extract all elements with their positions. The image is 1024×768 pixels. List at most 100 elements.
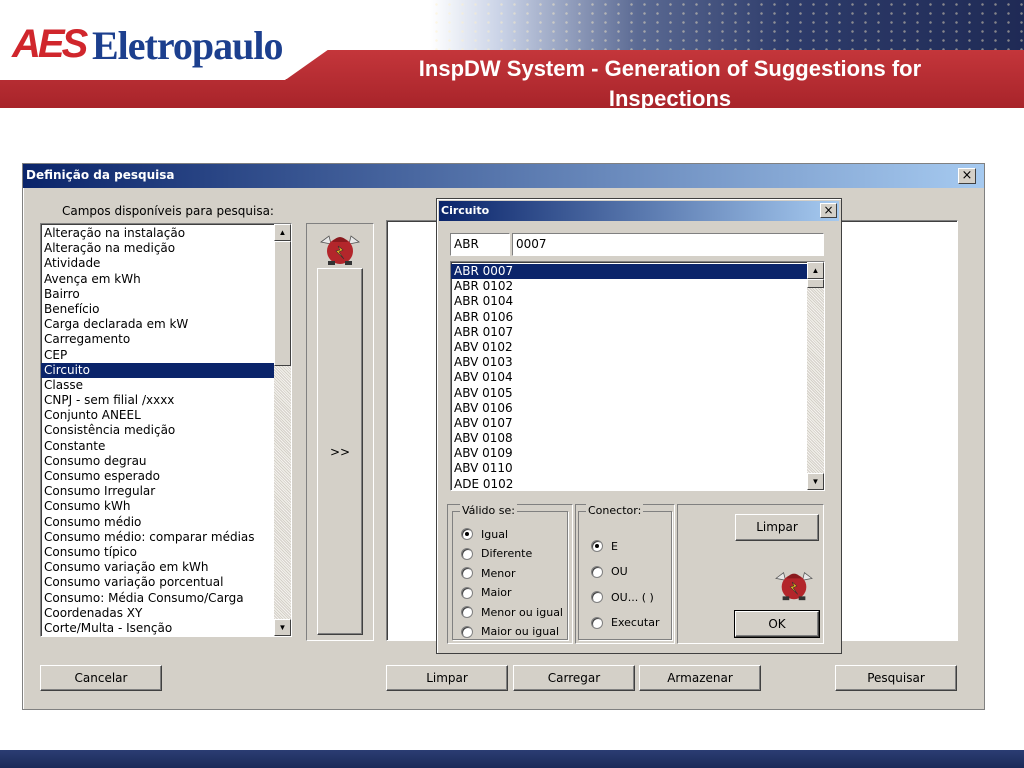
dialog-title: Circuito: [441, 204, 490, 217]
scroll-down-button[interactable]: ▼: [274, 619, 291, 636]
field-list-item[interactable]: CNPJ - sem filial /xxxx: [41, 393, 274, 408]
field-list-item[interactable]: Alteração na instalação: [41, 226, 274, 241]
window-close-button[interactable]: ×: [958, 168, 976, 184]
circuit-value-field[interactable]: 0007: [512, 233, 824, 256]
valid-if-option[interactable]: Maior ou igual: [461, 624, 559, 640]
slide-header: AES Eletropaulo InspDW System - Generati…: [0, 0, 1024, 112]
field-list-item[interactable]: Corte/Multa - Isenção: [41, 621, 274, 636]
field-list-item[interactable]: Consumo: Média Consumo/Carga: [41, 591, 274, 606]
circuit-list-item[interactable]: ABR 0107: [451, 325, 807, 340]
radio-button[interactable]: [461, 606, 473, 618]
arrow-up-icon: ▲: [278, 228, 287, 237]
radio-button[interactable]: [461, 528, 473, 540]
circuit-list-item[interactable]: ABR 0106: [451, 310, 807, 325]
field-list-item[interactable]: Consumo Irregular: [41, 484, 274, 499]
slide-title-line-1: InspDW System - Generation of Suggestion…: [418, 56, 922, 81]
clear-button[interactable]: Limpar: [386, 665, 508, 691]
connector-option[interactable]: OU... ( ): [591, 589, 654, 605]
dialog-close-button[interactable]: ×: [820, 203, 837, 218]
search-button[interactable]: Pesquisar: [835, 665, 957, 691]
circuit-list-item[interactable]: ABV 0105: [451, 386, 807, 401]
field-list-item[interactable]: Consumo esperado: [41, 469, 274, 484]
mascot-icon: [320, 235, 360, 265]
circuit-list-item[interactable]: ABV 0109: [451, 446, 807, 461]
circuit-list[interactable]: ABR 0007 ABR 0102 ABR 0104 ABR 0106 ABR 0107…: [450, 261, 825, 491]
field-list-item[interactable]: Carga declarada em kW: [41, 317, 274, 332]
field-list-item[interactable]: Classe: [41, 378, 274, 393]
close-icon: ×: [961, 168, 973, 183]
valid-if-option[interactable]: Igual: [461, 526, 508, 542]
field-list-item[interactable]: Atividade: [41, 256, 274, 271]
valid-if-option[interactable]: Menor ou igual: [461, 604, 563, 620]
scroll-up-button[interactable]: ▲: [274, 224, 291, 241]
connector-title: Conector:: [586, 504, 644, 517]
field-list-item[interactable]: Bairro: [41, 287, 274, 302]
field-list-item[interactable]: Consumo médio: [41, 515, 274, 530]
store-button[interactable]: Armazenar: [639, 665, 761, 691]
field-list-item[interactable]: Consumo variação porcentual: [41, 575, 274, 590]
available-fields-list[interactable]: Alteração na instalação Alteração na medi…: [40, 223, 292, 637]
valid-if-option-label: Igual: [481, 527, 508, 541]
circuit-dialog: Circuito × ABR 0007 ABR 0007 ABR 0102 ABR …: [436, 198, 842, 654]
circuit-list-scrollbar[interactable]: ▲ ▼: [807, 262, 824, 490]
field-list-item[interactable]: Consumo kWh: [41, 499, 274, 514]
radio-button[interactable]: [591, 565, 603, 578]
circuit-list-item[interactable]: ABV 0102: [451, 340, 807, 355]
circuit-list-item[interactable]: ABV 0108: [451, 431, 807, 446]
scroll-thumb[interactable]: [807, 279, 824, 288]
circuit-list-item[interactable]: ABV 0106: [451, 401, 807, 416]
scroll-thumb[interactable]: [274, 241, 291, 366]
circuit-list-item[interactable]: ABV 0103: [451, 355, 807, 370]
circuit-list-item[interactable]: ADE 0102: [451, 477, 807, 490]
field-list-item[interactable]: Conjunto ANEEL: [41, 408, 274, 423]
field-list-item[interactable]: Constante: [41, 439, 274, 454]
scroll-up-button[interactable]: ▲: [807, 262, 824, 279]
scroll-down-button[interactable]: ▼: [807, 473, 824, 490]
load-button[interactable]: Carregar: [513, 665, 635, 691]
connector-option[interactable]: Executar: [591, 615, 660, 631]
field-list-item[interactable]: Alteração na medição: [41, 241, 274, 256]
radio-button[interactable]: [461, 586, 473, 599]
radio-button[interactable]: [591, 540, 603, 552]
field-list-item[interactable]: CEP: [41, 348, 274, 363]
add-field-button[interactable]: >>: [317, 268, 363, 635]
field-list-item[interactable]: Consumo degrau: [41, 454, 274, 469]
circuit-list-item[interactable]: ABV 0104: [451, 370, 807, 385]
dialog-ok-button[interactable]: OK: [734, 610, 820, 638]
arrow-up-icon: ▲: [811, 266, 820, 275]
fields-list-scrollbar[interactable]: ▲ ▼: [274, 224, 291, 636]
dialog-clear-button[interactable]: Limpar: [735, 514, 819, 541]
radio-button[interactable]: [461, 547, 473, 560]
connector-option-label: OU: [611, 565, 628, 578]
connector-group: Conector: E OU OU... ( ) Executar: [578, 504, 672, 640]
field-list-item[interactable]: Consistência medição: [41, 423, 274, 438]
valid-if-option[interactable]: Maior: [461, 585, 512, 601]
field-list-item[interactable]: Coordenadas XY: [41, 606, 274, 621]
circuit-prefix-field[interactable]: ABR: [450, 233, 510, 256]
circuit-list-item[interactable]: ABR 0104: [451, 294, 807, 309]
window-title: Definição da pesquisa: [26, 168, 175, 182]
radio-button[interactable]: [591, 591, 603, 603]
radio-button[interactable]: [461, 625, 473, 638]
circuit-list-item[interactable]: ABR 0102: [451, 279, 807, 294]
valid-if-option[interactable]: Menor: [461, 565, 515, 581]
field-list-item[interactable]: Circuito: [41, 362, 274, 378]
connector-option-label: OU... ( ): [611, 590, 654, 604]
radio-button[interactable]: [461, 567, 473, 579]
field-list-item[interactable]: Consumo variação em kWh: [41, 560, 274, 575]
cancel-button[interactable]: Cancelar: [40, 665, 162, 691]
radio-button[interactable]: [591, 616, 603, 629]
circuit-list-item[interactable]: ABR 0007: [451, 264, 807, 280]
field-list-item[interactable]: Consumo médio: comparar médias: [41, 530, 274, 545]
valid-if-option[interactable]: Diferente: [461, 546, 532, 562]
field-list-item[interactable]: Avença em kWh: [41, 272, 274, 287]
connector-option[interactable]: OU: [591, 564, 628, 580]
connector-option[interactable]: E: [591, 538, 618, 554]
close-icon: ×: [823, 203, 834, 217]
field-list-item[interactable]: Benefício: [41, 302, 274, 317]
circuit-list-item[interactable]: ABV 0107: [451, 416, 807, 431]
store-button-label: Armazenar: [667, 671, 733, 685]
field-list-item[interactable]: Consumo típico: [41, 545, 274, 560]
field-list-item[interactable]: Carregamento: [41, 332, 274, 347]
circuit-list-item[interactable]: ABV 0110: [451, 461, 807, 476]
